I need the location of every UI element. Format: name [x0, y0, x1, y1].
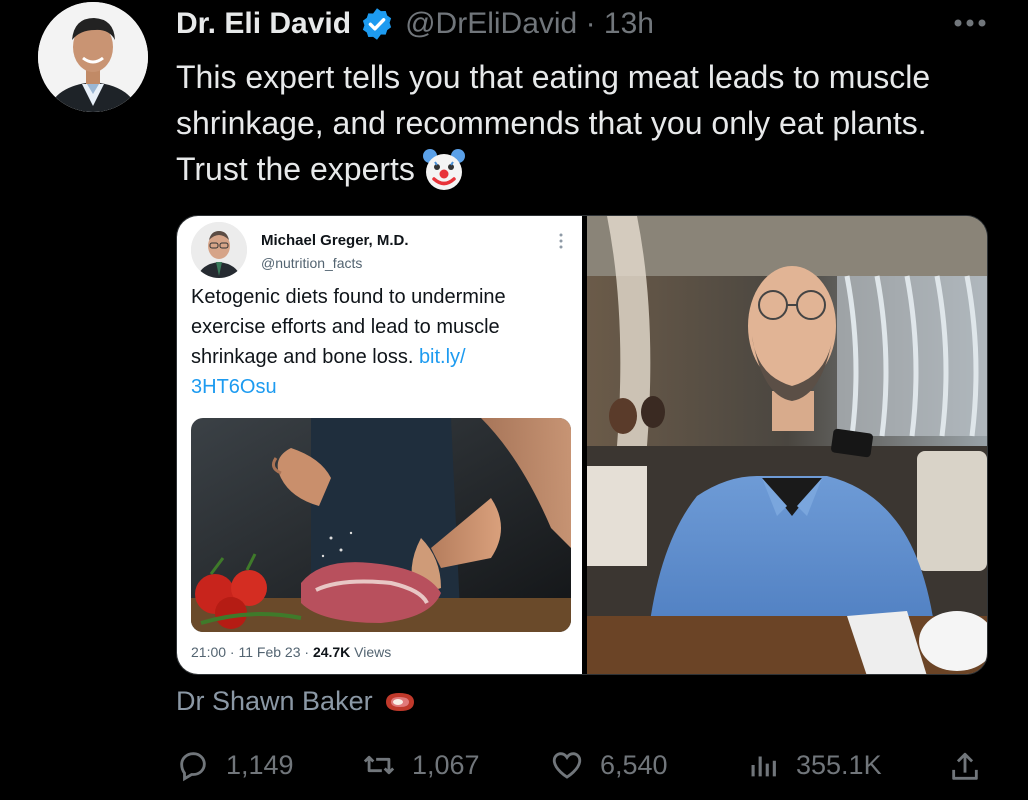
- quoted-author-name: Michael Greger, M.D.: [261, 232, 409, 249]
- reply-icon: [180, 752, 206, 782]
- author-handle[interactable]: @DrEliDavid: [405, 7, 577, 40]
- quoted-tweet-text: Ketogenic diets found to undermine exerc…: [191, 282, 571, 402]
- reply-count: 1,149: [226, 749, 294, 780]
- action-bar: 1,149 1,067 6,540 355.1K: [176, 748, 988, 792]
- author-avatar[interactable]: [38, 2, 148, 112]
- verified-badge-icon: [362, 8, 392, 40]
- quoted-more-icon: [559, 233, 563, 249]
- quoted-tweet-meta: 21:00 · 11 Feb 23 · 24.7K Views: [191, 644, 391, 660]
- photo-credit: Dr Shawn Baker: [176, 686, 417, 717]
- media-grid[interactable]: Michael Greger, M.D. @nutrition_facts Ke…: [176, 215, 988, 675]
- views-button[interactable]: 355.1K: [746, 748, 882, 782]
- quoted-views-count: 24.7K: [312, 644, 351, 660]
- more-options-icon[interactable]: [950, 10, 990, 36]
- reply-button[interactable]: 1,149: [176, 748, 294, 782]
- quoted-author-handle: @nutrition_facts: [261, 255, 363, 271]
- heart-icon: [552, 752, 582, 779]
- quoted-tweet-screenshot[interactable]: Michael Greger, M.D. @nutrition_facts Ke…: [177, 216, 582, 674]
- retweet-button[interactable]: 1,067: [362, 748, 480, 782]
- quoted-timestamp: 21:00 · 11 Feb 23 ·: [191, 644, 313, 660]
- clown-face-icon: [422, 148, 465, 190]
- retweet-icon: [363, 755, 395, 775]
- view-count: 355.1K: [796, 749, 882, 780]
- tweet-text: This expert tells you that eating meat l…: [176, 54, 976, 192]
- author-handle-time: @DrEliDavid · 13h: [405, 7, 654, 40]
- like-button[interactable]: 6,540: [550, 748, 668, 782]
- tweet-time[interactable]: 13h: [604, 7, 654, 40]
- quoted-author-avatar: [191, 222, 247, 278]
- tweet-body: This expert tells you that eating meat l…: [176, 59, 931, 187]
- photo-credit-text: Dr Shawn Baker: [176, 686, 373, 716]
- views-icon: [751, 756, 776, 777]
- retweet-count: 1,067: [412, 749, 480, 780]
- meat-photo: [191, 418, 571, 632]
- steak-icon: [385, 692, 414, 711]
- tweet-header: Dr. Eli David @DrEliDavid · 13h: [176, 4, 654, 44]
- restaurant-photo[interactable]: [587, 216, 987, 674]
- share-icon[interactable]: [948, 750, 982, 784]
- quoted-views-label: Views: [350, 644, 392, 660]
- author-name[interactable]: Dr. Eli David: [176, 7, 351, 41]
- like-count: 6,540: [600, 749, 668, 780]
